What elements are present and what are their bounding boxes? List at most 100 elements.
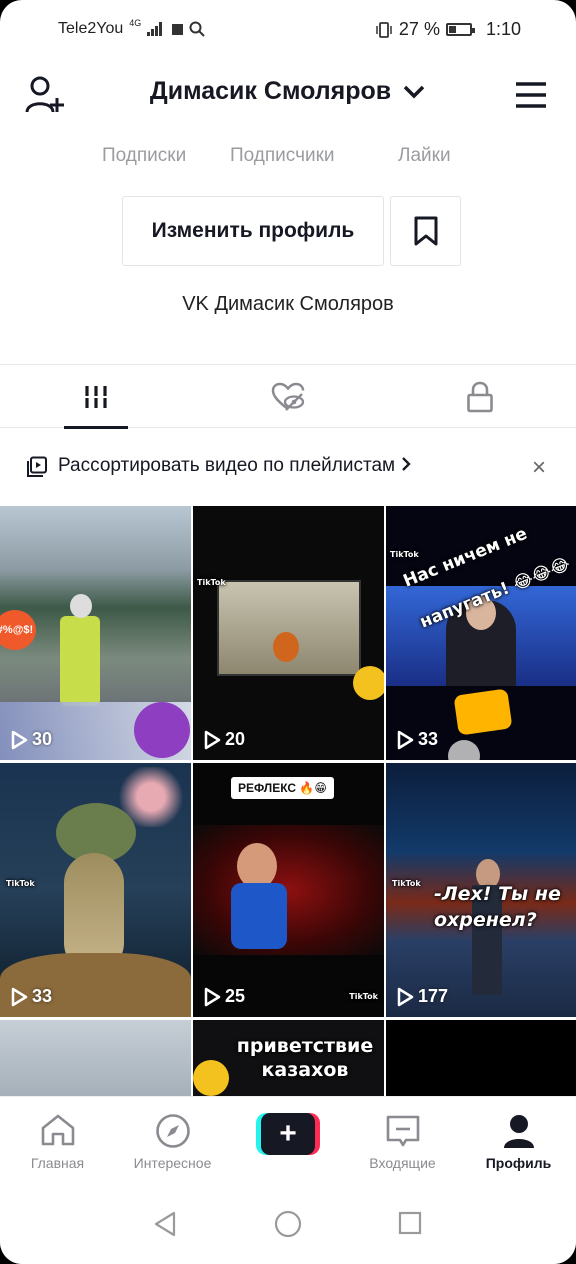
video-thumbnail[interactable]	[0, 1020, 191, 1096]
close-icon[interactable]: ×	[532, 454, 546, 482]
hidden-heart-icon	[271, 382, 305, 411]
video-thumbnail[interactable]	[386, 1020, 576, 1096]
edit-profile-label: Изменить профиль	[151, 219, 355, 242]
create-button[interactable]: +	[256, 1113, 320, 1155]
thumbnail-character	[273, 632, 299, 662]
nav-profile-label: Профиль	[485, 1155, 552, 1171]
view-count-value: 25	[225, 986, 246, 1006]
laughing-emoji-icon	[193, 1060, 229, 1096]
favorites-button[interactable]	[390, 196, 461, 266]
video-caption: -Лех! Ты не охренел?	[434, 883, 561, 931]
lol-sticker	[453, 688, 513, 736]
view-count-value: 30	[32, 729, 53, 749]
bottom-nav: Главная Интересное + Входящие Профиль	[0, 1096, 576, 1182]
tiktok-watermark: TikTok	[197, 578, 226, 587]
content-tabs	[0, 364, 576, 429]
play-icon	[397, 987, 414, 1006]
following-label[interactable]: Подписки	[102, 145, 186, 167]
account-switcher[interactable]: Димасик Смоляров	[0, 77, 576, 106]
edit-profile-button[interactable]: Изменить профиль	[122, 196, 384, 266]
thumbnail-figure	[60, 616, 100, 706]
clock: 1:10	[485, 19, 521, 39]
tab-private[interactable]	[384, 365, 576, 428]
laughing-emoji-icon	[353, 666, 384, 700]
compass-icon	[155, 1114, 190, 1148]
video-caption: приветствие казахов	[236, 1035, 374, 1081]
search-icon	[189, 21, 205, 37]
lock-icon	[467, 381, 493, 412]
play-icon	[11, 987, 28, 1006]
video-thumbnail[interactable]: TikTok 20	[193, 506, 384, 760]
profile-icon	[503, 1115, 534, 1148]
menu-icon[interactable]	[514, 78, 548, 112]
profile-bio: VK Димасик Смоляров	[182, 293, 394, 315]
status-right: 27 % 1:10	[375, 19, 521, 40]
playlist-banner-label: Рассортировать видео по плейлистам	[58, 455, 396, 476]
status-bar: Tele2You 4G 27 % 1:10	[0, 0, 576, 60]
video-thumbnail[interactable]: #%@$! 30	[0, 506, 191, 760]
tiktok-watermark: TikTok	[349, 992, 378, 1001]
view-count: 25	[203, 986, 245, 1007]
bookmark-icon	[414, 216, 437, 246]
play-icon	[397, 730, 414, 749]
inbox-icon	[386, 1115, 419, 1147]
likes-label[interactable]: Лайки	[398, 145, 451, 167]
username: Димасик Смоляров	[149, 77, 392, 105]
view-count-value: 33	[32, 986, 53, 1006]
angry-emoji-icon: #%@$!	[0, 610, 36, 650]
recents-icon[interactable]	[398, 1211, 422, 1235]
tiktok-watermark: TikTok	[390, 550, 419, 559]
plus-icon: +	[261, 1113, 315, 1155]
profile-header: Димасик Смоляров	[0, 60, 576, 130]
playlist-icon	[27, 456, 47, 477]
thumbnail-shell	[0, 953, 191, 1017]
video-thumbnail[interactable]: Нас ничем не напугать! 😂😂😂 TikTok 33	[386, 506, 576, 760]
nav-home-label: Главная	[30, 1155, 85, 1171]
battery-percent: 27 %	[398, 19, 440, 39]
video-thumbnail[interactable]: приветствие казахов	[193, 1020, 384, 1096]
battery-icon	[445, 23, 475, 36]
followers-label[interactable]: Подписчики	[230, 145, 335, 167]
tab-videos[interactable]	[0, 365, 192, 429]
home-button-icon[interactable]	[274, 1210, 302, 1238]
view-count: 33	[10, 986, 52, 1007]
network-type: 4G	[129, 18, 142, 28]
nav-discover[interactable]: Интересное	[115, 1097, 230, 1183]
tab-liked[interactable]	[192, 365, 384, 428]
signal-icon	[147, 22, 163, 36]
nav-inbox-label: Входящие	[369, 1155, 436, 1171]
status-left: Tele2You 4G	[58, 18, 205, 38]
view-count-value: 20	[225, 729, 246, 749]
thumbnail-stage	[193, 825, 384, 955]
play-icon	[204, 987, 221, 1006]
thumbnail-comedian-body	[231, 883, 287, 949]
system-nav	[0, 1182, 576, 1264]
view-count: 30	[10, 729, 52, 750]
vibrate-icon	[376, 21, 392, 38]
video-thumbnail[interactable]: РЕФЛЕКС 🔥😁 TikTok 25	[193, 763, 384, 1017]
nav-inbox[interactable]: Входящие	[345, 1097, 460, 1183]
grid-icon	[83, 385, 109, 408]
tiktok-watermark: TikTok	[6, 879, 35, 888]
home-icon	[41, 1114, 74, 1146]
nav-profile[interactable]: Профиль	[461, 1097, 576, 1183]
play-icon	[11, 730, 28, 749]
screen: Tele2You 4G 27 % 1:10 Димасик Смоляров П…	[0, 0, 576, 1264]
play-icon	[204, 730, 221, 749]
nav-home[interactable]: Главная	[0, 1097, 115, 1183]
carrier-name: Tele2You	[58, 20, 124, 37]
playlist-banner[interactable]: Рассортировать видео по плейлистам ×	[0, 428, 576, 506]
view-count: 20	[203, 729, 245, 750]
back-icon[interactable]	[152, 1210, 178, 1238]
tiktok-watermark: TikTok	[392, 879, 421, 888]
nav-discover-label: Интересное	[133, 1155, 212, 1171]
view-count-value: 177	[418, 986, 449, 1006]
view-count: 177	[396, 986, 448, 1007]
video-caption: РЕФЛЕКС 🔥😁	[231, 777, 334, 799]
view-count: 33	[396, 729, 438, 750]
chevron-right-icon	[402, 457, 412, 471]
video-thumbnail[interactable]: -Лех! Ты не охренел? TikTok 177	[386, 763, 576, 1017]
touch-indicator	[448, 740, 480, 760]
video-grid: #%@$! 30 TikTok 20 Нас ничем не напугать…	[0, 506, 576, 1096]
video-thumbnail[interactable]: TikTok 33	[0, 763, 191, 1017]
